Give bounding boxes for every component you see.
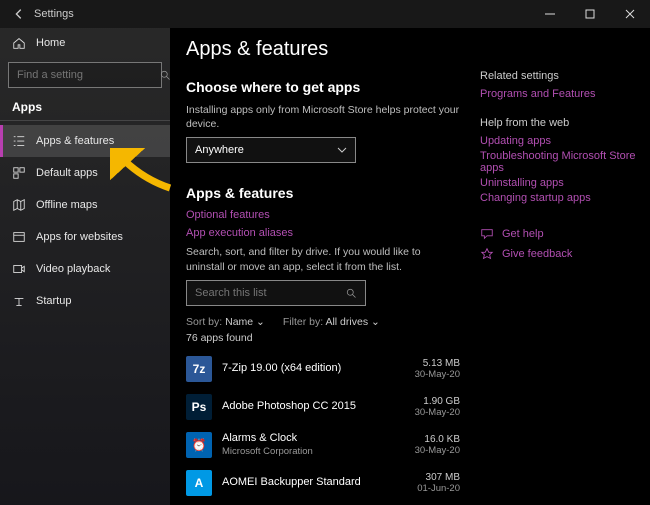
- sidebar-item-apps-features[interactable]: Apps & features: [0, 125, 170, 157]
- app-publisher: Microsoft Corporation: [222, 446, 405, 457]
- chevron-down-icon: ⌄: [256, 316, 265, 328]
- sidebar-item-label: Video playback: [36, 263, 110, 275]
- maximize-button[interactable]: [570, 0, 610, 28]
- app-meta: 7-Zip 19.00 (x64 edition): [222, 362, 405, 375]
- right-column: Related settings Programs and Features H…: [480, 28, 650, 505]
- sidebar-item-offline-maps[interactable]: Offline maps: [0, 189, 170, 221]
- sidebar-item-label: Startup: [36, 295, 71, 307]
- where-dropdown-value: Anywhere: [195, 144, 244, 156]
- get-help[interactable]: Get help: [480, 227, 638, 241]
- sidebar-nav: Apps & features Default apps Offline map…: [0, 125, 170, 317]
- defaults-icon: [12, 166, 26, 180]
- link-troubleshoot-store[interactable]: Troubleshooting Microsoft Store apps: [480, 150, 638, 174]
- sidebar-item-label: Apps & features: [36, 135, 114, 147]
- sidebar-item-startup[interactable]: Startup: [0, 285, 170, 317]
- app-icon: ⏰: [186, 432, 212, 458]
- titlebar: Settings: [0, 0, 650, 28]
- app-row[interactable]: 7z 7-Zip 19.00 (x64 edition) 5.13 MB 30-…: [186, 350, 460, 388]
- sidebar-item-label: Offline maps: [36, 199, 98, 211]
- app-size: 16.0 KB: [415, 434, 460, 445]
- video-icon: [12, 262, 26, 276]
- app-meta: AOMEI Backupper Standard: [222, 476, 407, 489]
- app-icon: A: [186, 470, 212, 496]
- map-icon: [12, 198, 26, 212]
- sidebar-search-input[interactable]: [17, 69, 159, 81]
- section-heading-where: Choose where to get apps: [186, 79, 460, 95]
- main-content: Apps & features Choose where to get apps…: [170, 28, 480, 505]
- app-meta: Adobe Photoshop CC 2015: [222, 400, 405, 413]
- app-row[interactable]: Ps Adobe Photoshop CC 2015 1.90 GB 30-Ma…: [186, 388, 460, 426]
- filter-control[interactable]: Filter by: All drives ⌄: [283, 316, 380, 328]
- sidebar: Home Apps Apps & features Default apps O…: [0, 28, 170, 505]
- apps-search[interactable]: [186, 280, 366, 306]
- app-stats: 16.0 KB 30-May-20: [415, 434, 460, 456]
- list-icon: [12, 134, 26, 148]
- sidebar-item-label: Default apps: [36, 167, 98, 179]
- app-date: 01-Jun-20: [417, 483, 460, 494]
- back-icon[interactable]: [12, 7, 26, 21]
- app-date: 30-May-20: [415, 445, 460, 456]
- app-row[interactable]: ⏰ Alarms & Clock Microsoft Corporation 1…: [186, 426, 460, 464]
- related-heading: Related settings: [480, 70, 638, 82]
- startup-icon: [12, 294, 26, 308]
- chat-icon: [480, 227, 494, 241]
- section-desc-where: Installing apps only from Microsoft Stor…: [186, 103, 460, 131]
- link-updating-apps[interactable]: Updating apps: [480, 135, 638, 147]
- app-icon: 7z: [186, 356, 212, 382]
- apps-desc: Search, sort, and filter by drive. If yo…: [186, 245, 460, 273]
- link-changing-startup[interactable]: Changing startup apps: [480, 192, 638, 204]
- app-row[interactable]: A AOMEI Backupper Standard 307 MB 01-Jun…: [186, 464, 460, 502]
- chevron-down-icon: ⌄: [371, 316, 380, 328]
- link-execution-aliases[interactable]: App execution aliases: [186, 227, 460, 239]
- app-icon: Ps: [186, 394, 212, 420]
- sidebar-separator: [0, 120, 170, 121]
- sidebar-item-apps-websites[interactable]: Apps for websites: [0, 221, 170, 253]
- page-title: Apps & features: [186, 38, 460, 61]
- sidebar-item-video-playback[interactable]: Video playback: [0, 253, 170, 285]
- link-optional-features[interactable]: Optional features: [186, 209, 460, 221]
- minimize-button[interactable]: [530, 0, 570, 28]
- sidebar-home[interactable]: Home: [0, 28, 170, 58]
- give-feedback[interactable]: Give feedback: [480, 247, 638, 261]
- link-programs-features[interactable]: Programs and Features: [480, 88, 638, 100]
- window-title: Settings: [34, 8, 74, 20]
- feedback-icon: [480, 247, 494, 261]
- app-stats: 5.13 MB 30-May-20: [415, 358, 460, 380]
- sidebar-item-default-apps[interactable]: Default apps: [0, 157, 170, 189]
- search-icon: [345, 287, 357, 299]
- app-size: 5.13 MB: [415, 358, 460, 369]
- sidebar-item-label: Apps for websites: [36, 231, 123, 243]
- app-date: 30-May-20: [415, 407, 460, 418]
- app-list: 7z 7-Zip 19.00 (x64 edition) 5.13 MB 30-…: [186, 350, 460, 505]
- help-heading: Help from the web: [480, 117, 638, 129]
- app-name: AOMEI Backupper Standard: [222, 476, 407, 489]
- link-uninstalling-apps[interactable]: Uninstalling apps: [480, 177, 638, 189]
- chevron-down-icon: [337, 145, 347, 155]
- app-stats: 1.90 GB 30-May-20: [415, 396, 460, 418]
- sidebar-search[interactable]: [8, 62, 162, 88]
- apps-count: 76 apps found: [186, 332, 460, 344]
- app-name: Adobe Photoshop CC 2015: [222, 400, 405, 413]
- app-stats: 307 MB 01-Jun-20: [417, 472, 460, 494]
- app-meta: Alarms & Clock Microsoft Corporation: [222, 432, 405, 457]
- app-name: 7-Zip 19.00 (x64 edition): [222, 362, 405, 375]
- sort-control[interactable]: Sort by: Name ⌄: [186, 316, 265, 328]
- close-button[interactable]: [610, 0, 650, 28]
- app-name: Alarms & Clock: [222, 432, 405, 445]
- where-dropdown[interactable]: Anywhere: [186, 137, 356, 163]
- app-date: 30-May-20: [415, 369, 460, 380]
- app-size: 1.90 GB: [415, 396, 460, 407]
- apps-search-input[interactable]: [195, 287, 345, 299]
- app-size: 307 MB: [417, 472, 460, 483]
- section-heading-apps: Apps & features: [186, 185, 460, 201]
- websites-icon: [12, 230, 26, 244]
- home-icon: [12, 36, 26, 50]
- sidebar-home-label: Home: [36, 37, 65, 49]
- sidebar-section-header: Apps: [0, 94, 170, 118]
